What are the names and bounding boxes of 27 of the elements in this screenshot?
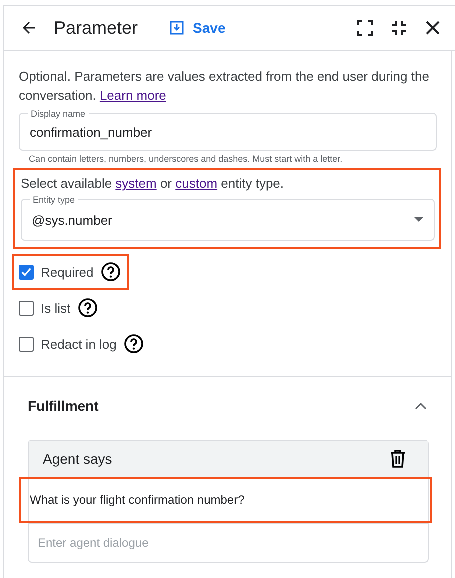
save-button[interactable]: Save [168, 18, 228, 38]
checkbox-label: Is list [41, 300, 71, 316]
panel-title: Parameter [54, 18, 138, 38]
chevron-icon[interactable] [413, 400, 429, 412]
exit-fullscreen-icon[interactable] [389, 18, 409, 38]
checkbox[interactable] [19, 336, 34, 352]
help-icon[interactable] [78, 298, 98, 318]
help-icon[interactable] [100, 262, 121, 282]
dialogue-input[interactable]: Enter agent dialogue [29, 523, 428, 562]
checkbox-label: Redact in log [41, 336, 117, 352]
intro-text: Optional. Parameters are values extracted from the end user during the conversation. Learn more [19, 68, 430, 105]
message-field[interactable]: What is your flight confirmation number? [19, 477, 432, 523]
checkbox[interactable] [19, 264, 34, 280]
save-icon [170, 21, 184, 35]
checkbox-label: Required [41, 264, 94, 280]
help-icon[interactable] [124, 334, 144, 354]
field-hint: Can contain letters, numbers, underscores and dashes. Must start with a letter. [29, 154, 344, 164]
system-link[interactable]: system [116, 176, 157, 191]
checkbox[interactable] [19, 300, 34, 316]
custom-link[interactable]: custom [176, 176, 218, 191]
entity-instructions: Select available system or custom entity type. [21, 176, 286, 191]
trash-icon[interactable] [390, 450, 406, 468]
learn-more-link[interactable]: Learn more [100, 88, 166, 103]
section-title: Fulfillment [28, 398, 99, 414]
dropdown-caret-icon [414, 217, 424, 223]
fullscreen-icon[interactable] [355, 18, 375, 38]
card-title: Agent says [43, 451, 112, 467]
